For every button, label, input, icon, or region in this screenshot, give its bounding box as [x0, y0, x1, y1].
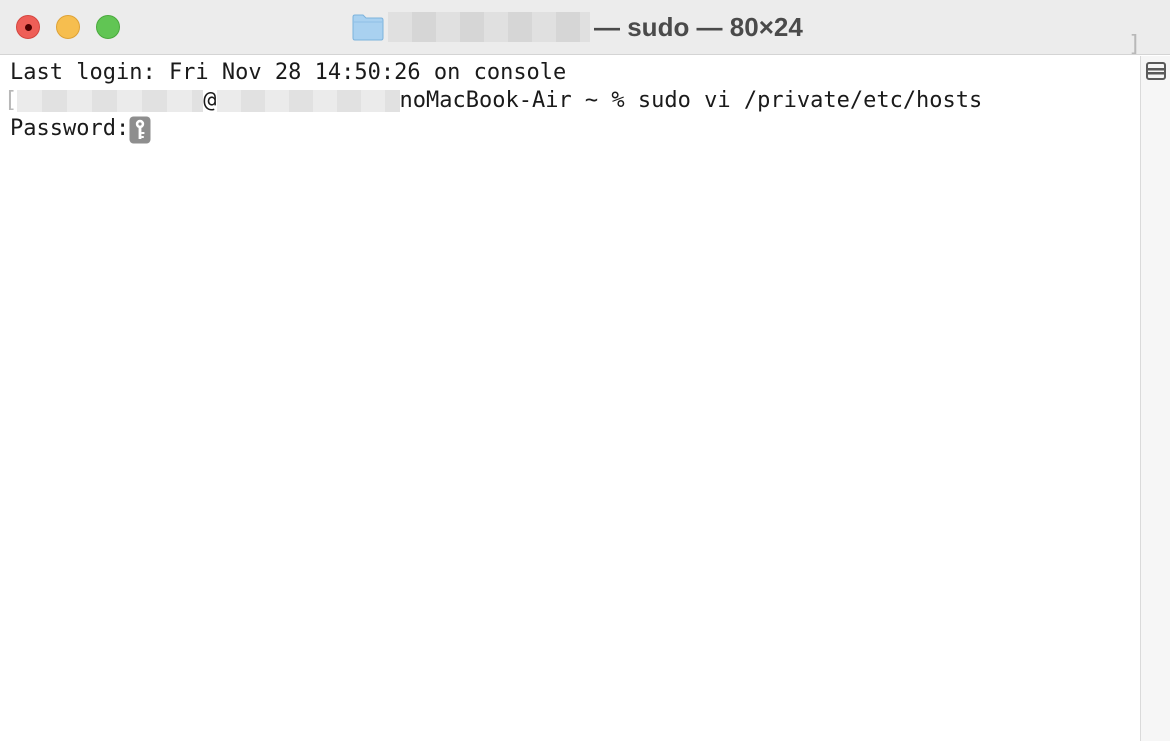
- folder-icon: [352, 14, 384, 41]
- redacted-username: [17, 90, 204, 112]
- window-title-text: — sudo — 80×24: [594, 11, 803, 42]
- window-title: — sudo — 80×24: [352, 8, 803, 46]
- password-line[interactable]: Password:: [10, 115, 151, 144]
- redacted-hostname: [216, 90, 400, 112]
- mark-bracket-right: ]: [1128, 32, 1142, 57]
- mark-bracket-left: [: [4, 88, 18, 113]
- last-login-line: Last login: Fri Nov 28 14:50:26 on conso…: [10, 60, 567, 85]
- split-pane-icon[interactable]: [1146, 59, 1166, 83]
- terminal-window: — sudo — 80×24 Last login: Fri Nov 28 14…: [0, 0, 1170, 741]
- prompt-command: noMacBook-Air ~ % sudo vi /private/etc/h…: [399, 88, 983, 113]
- minimize-button[interactable]: [56, 15, 80, 39]
- terminal-output[interactable]: Last login: Fri Nov 28 14:50:26 on conso…: [0, 56, 1140, 741]
- prompt-at: @: [203, 88, 217, 113]
- zoom-button[interactable]: [96, 15, 120, 39]
- key-icon: [129, 116, 151, 144]
- title-bar[interactable]: — sudo — 80×24: [0, 0, 1170, 55]
- close-indicator-icon: [25, 24, 32, 31]
- scrollbar[interactable]: [1140, 56, 1170, 741]
- password-prompt: Password:: [10, 116, 130, 141]
- prompt-line: [ @ noMacBook-Air ~ % sudo vi /private/etc…: [4, 87, 982, 115]
- redacted-folder-name: [388, 12, 590, 42]
- close-button[interactable]: [16, 15, 40, 39]
